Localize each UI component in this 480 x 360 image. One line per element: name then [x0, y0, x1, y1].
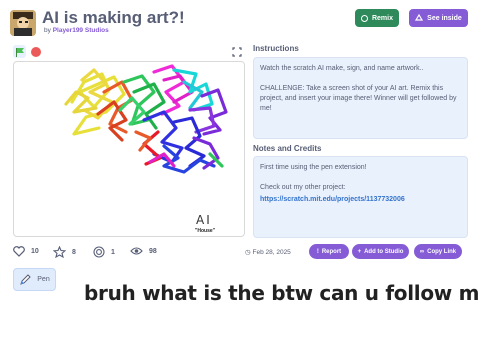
copy-link-label: Copy Link [427, 248, 457, 255]
stop-button[interactable] [31, 47, 41, 57]
add-to-studio-label: Add to Studio [364, 248, 404, 255]
see-inside-icon [415, 14, 424, 21]
pen-label: Pen [37, 276, 50, 283]
report-label: Report [321, 248, 342, 255]
remix-count-icon [93, 246, 105, 258]
pen-drawing [64, 64, 228, 174]
remix-icon [360, 14, 368, 22]
instructions-panel: Watch the scratch AI make, sign, and nam… [253, 57, 468, 139]
notes-heading: Notes and Credits [253, 144, 322, 153]
instructions-line-2: CHALLENGE: Take a screen shot of your AI… [260, 85, 457, 112]
fullscreen-button[interactable] [230, 45, 243, 58]
plus-icon: + [357, 248, 362, 255]
instructions-heading: Instructions [253, 44, 299, 53]
view-stat: 98 [130, 246, 157, 256]
report-icon: ! [316, 248, 319, 255]
author-avatar[interactable] [10, 10, 36, 36]
favorite-stat[interactable]: 8 [53, 246, 76, 258]
remix-button[interactable]: Remix [355, 9, 399, 27]
see-inside-label: See inside [427, 14, 462, 22]
favorite-count: 8 [72, 248, 76, 256]
remix-stat: 1 [93, 246, 115, 258]
stage-signature: AI [196, 213, 212, 227]
add-to-studio-button[interactable]: + Add to Studio [352, 244, 409, 259]
view-count: 98 [149, 247, 157, 255]
copy-link-button[interactable]: ∞ Copy Link [414, 244, 462, 259]
notes-line-1: First time using the pen extension! [260, 164, 367, 171]
pen-extension-chip[interactable]: Pen [13, 268, 56, 291]
remix-label: Remix [371, 14, 393, 22]
notes-link[interactable]: https://scratch.mit.edu/projects/1137732… [260, 195, 461, 205]
link-icon: ∞ [419, 248, 425, 255]
overlay-caption: bruh what is the btw can u follow me [84, 281, 480, 305]
project-stage[interactable] [13, 61, 245, 237]
love-count: 10 [31, 248, 39, 255]
love-stat[interactable]: 10 [13, 246, 39, 257]
star-icon [53, 246, 66, 258]
report-button[interactable]: ! Report [309, 244, 349, 259]
heart-icon [13, 246, 25, 257]
studios-link[interactable]: Studios [85, 27, 109, 34]
author-link[interactable]: Player199 [53, 27, 83, 34]
fullscreen-icon [231, 46, 242, 57]
green-flag-icon [15, 47, 24, 57]
instructions-line-1: Watch the scratch AI make, sign, and nam… [260, 65, 424, 72]
byline: by Player199 Studios [44, 27, 109, 34]
share-date-text: Feb 28, 2025 [252, 249, 291, 256]
stage-sprite-label: "House" [195, 228, 216, 234]
green-flag-button[interactable] [13, 45, 26, 58]
notes-line-2: Check out my other project: [260, 184, 346, 191]
eye-icon [130, 247, 143, 255]
notes-panel: First time using the pen extension! Chec… [253, 156, 468, 238]
project-title: AI is making art?! [42, 8, 185, 27]
see-inside-button[interactable]: See inside [409, 9, 468, 27]
pen-icon [20, 273, 31, 285]
share-date: ◷ Feb 28, 2025 [245, 248, 291, 256]
by-prefix: by [44, 27, 51, 34]
calendar-icon: ◷ [245, 249, 251, 256]
remix-count: 1 [111, 248, 115, 256]
